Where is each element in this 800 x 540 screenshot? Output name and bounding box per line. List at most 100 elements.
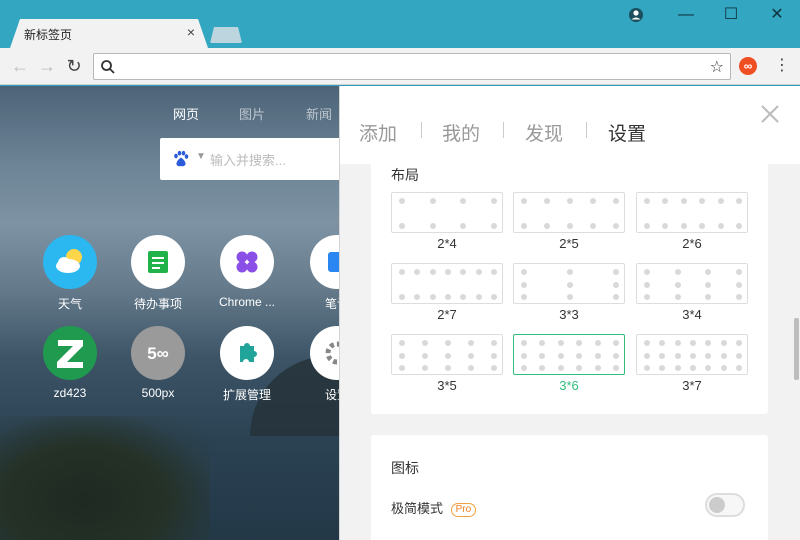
layout-option[interactable]: 3*4 bbox=[636, 263, 748, 322]
layout-dot bbox=[644, 198, 650, 204]
close-icon[interactable] bbox=[760, 104, 780, 124]
browser-tab[interactable]: 新标签页 × bbox=[10, 19, 208, 48]
layout-option[interactable]: 2*5 bbox=[513, 192, 625, 251]
baidu-paw-icon[interactable] bbox=[172, 150, 190, 168]
layout-dot bbox=[705, 294, 712, 300]
minimal-mode-toggle[interactable] bbox=[705, 493, 745, 517]
search-tab-web[interactable]: 网页 bbox=[173, 104, 199, 123]
close-window-button[interactable]: ✕ bbox=[754, 0, 800, 30]
layout-dot bbox=[399, 269, 405, 275]
layout-option-label: 3*7 bbox=[682, 378, 702, 393]
layout-option[interactable]: 3*7 bbox=[636, 334, 748, 393]
panel-tab-add[interactable]: 添加 bbox=[359, 119, 397, 146]
search-tab-images[interactable]: 图片 bbox=[239, 104, 265, 123]
layout-dot bbox=[429, 269, 436, 275]
layout-dot bbox=[445, 365, 451, 371]
layout-dot bbox=[680, 198, 687, 204]
layout-option[interactable]: 2*7 bbox=[391, 263, 503, 322]
layout-dot bbox=[644, 340, 650, 346]
tab-divider bbox=[586, 122, 587, 138]
tab-title: 新标签页 bbox=[24, 28, 73, 42]
layout-dot bbox=[521, 198, 527, 204]
panel-tab-discover[interactable]: 发现 bbox=[525, 119, 563, 146]
app-label: Chrome ... bbox=[218, 295, 275, 309]
layout-dot bbox=[557, 365, 564, 371]
layout-dot bbox=[613, 223, 619, 229]
new-tab-button[interactable] bbox=[210, 27, 242, 43]
app-label: 天气 bbox=[57, 297, 82, 311]
layout-dot bbox=[422, 352, 428, 359]
layout-dot bbox=[576, 340, 583, 346]
layout-dot bbox=[475, 294, 482, 300]
layout-dot bbox=[557, 340, 564, 346]
layout-dot bbox=[613, 365, 619, 371]
layout-dot bbox=[644, 294, 650, 300]
engine-dropdown-icon[interactable]: ▼ bbox=[196, 151, 206, 162]
layout-preview bbox=[513, 263, 625, 304]
layout-option[interactable]: 2*6 bbox=[636, 192, 748, 251]
reload-icon[interactable]: ↻ bbox=[64, 56, 84, 76]
layout-dot bbox=[736, 198, 742, 204]
layout-dot bbox=[690, 340, 696, 346]
forward-icon[interactable]: → bbox=[37, 56, 57, 76]
layout-option[interactable]: 3*6 bbox=[513, 334, 625, 393]
panel-tab-mine[interactable]: 我的 bbox=[442, 119, 480, 146]
search-tab-news[interactable]: 新闻 bbox=[306, 104, 332, 123]
layout-dot bbox=[460, 223, 467, 229]
layout-dot bbox=[429, 223, 436, 229]
layout-dot bbox=[576, 352, 583, 359]
layout-dot bbox=[717, 223, 724, 229]
layout-dot bbox=[445, 269, 451, 275]
layout-card: 布局 2*4 2*5 2*6 2*7 3*3 3*4 3*5 3*6 3*7 bbox=[371, 156, 768, 414]
minimize-button[interactable]: — bbox=[663, 0, 709, 30]
layout-dot bbox=[429, 294, 436, 300]
panel-tab-settings[interactable]: 设置 bbox=[608, 119, 646, 146]
panel-scrollbar-thumb[interactable] bbox=[794, 318, 799, 380]
back-icon[interactable]: ← bbox=[10, 56, 30, 76]
layout-option[interactable]: 2*4 bbox=[391, 192, 503, 251]
tab-close-icon[interactable]: × bbox=[184, 24, 198, 40]
layout-dot bbox=[613, 198, 619, 204]
layout-option-label: 2*5 bbox=[559, 236, 579, 251]
layout-option-label: 3*5 bbox=[437, 378, 457, 393]
extension-icon[interactable]: ∞ bbox=[739, 57, 757, 75]
app-label: 扩展管理 bbox=[222, 388, 271, 402]
maximize-button[interactable]: ☐ bbox=[708, 0, 754, 30]
layout-option-label: 2*7 bbox=[437, 307, 457, 322]
layout-option-label: 2*6 bbox=[682, 236, 702, 251]
layout-option[interactable]: 3*5 bbox=[391, 334, 503, 393]
layout-dot bbox=[736, 365, 742, 371]
layout-dot bbox=[445, 352, 451, 359]
app-zd423[interactable]: zd423 bbox=[30, 326, 110, 400]
layout-dot bbox=[521, 294, 527, 300]
title-bar: 新标签页 × — ☐ ✕ bbox=[0, 0, 800, 48]
app-todo[interactable]: 待办事项 bbox=[118, 235, 198, 312]
layout-dot bbox=[594, 352, 601, 359]
app-extensions[interactable]: 扩展管理 bbox=[207, 326, 287, 403]
layout-dot bbox=[521, 281, 527, 288]
app-500px[interactable]: 5∞ 500px bbox=[118, 326, 198, 400]
layout-dot bbox=[613, 352, 619, 359]
toggle-knob bbox=[709, 497, 725, 513]
app-weather[interactable]: 天气 bbox=[30, 235, 110, 312]
profile-icon[interactable] bbox=[628, 7, 644, 23]
layout-dot bbox=[521, 365, 527, 371]
layout-dot bbox=[491, 223, 497, 229]
search-box[interactable]: ▼ 输入并搜索... bbox=[160, 138, 350, 180]
layout-option[interactable]: 3*3 bbox=[513, 263, 625, 322]
panel-header: 添加 我的 发现 设置 bbox=[340, 86, 800, 164]
address-bar[interactable]: ☆ bbox=[93, 53, 731, 80]
app-chrome-store[interactable]: Chrome ... bbox=[207, 235, 287, 309]
tab-divider bbox=[421, 122, 422, 138]
layout-dot bbox=[445, 340, 451, 346]
tab-divider bbox=[503, 122, 504, 138]
menu-icon[interactable]: ⋮ bbox=[774, 56, 790, 76]
layout-dot bbox=[674, 269, 681, 275]
search-icon bbox=[101, 60, 115, 74]
layout-dot bbox=[491, 340, 497, 346]
layout-dot bbox=[491, 198, 497, 204]
layout-dot bbox=[539, 340, 546, 346]
layout-dot bbox=[475, 269, 482, 275]
layout-dot bbox=[567, 269, 573, 275]
bookmark-star-icon[interactable]: ☆ bbox=[710, 57, 724, 77]
